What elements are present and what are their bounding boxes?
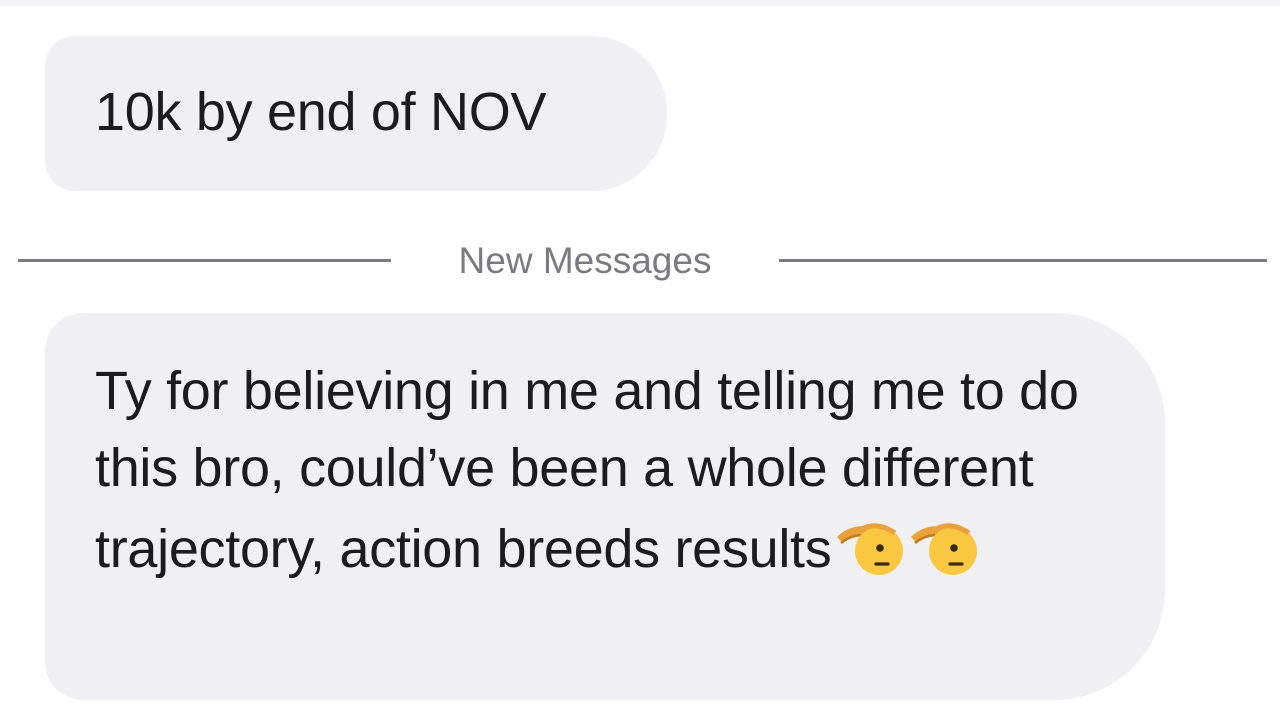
message-text: 10k by end of NOV: [95, 82, 547, 142]
chat-thread: 10k by end of NOV New Messages Ty for be…: [0, 0, 1280, 720]
previous-bubble-edge: [0, 0, 1280, 6]
saluting-face-emoji-icon: [907, 507, 979, 602]
message-bubble[interactable]: Ty for believing in me and telling me to…: [45, 313, 1165, 700]
divider-label: New Messages: [458, 240, 712, 281]
divider-line: [18, 259, 391, 262]
saluting-face-emoji-icon: [833, 507, 905, 602]
divider-line: [779, 259, 1267, 262]
message-bubble[interactable]: 10k by end of NOV: [45, 36, 667, 191]
new-messages-divider: New Messages: [0, 236, 1280, 286]
